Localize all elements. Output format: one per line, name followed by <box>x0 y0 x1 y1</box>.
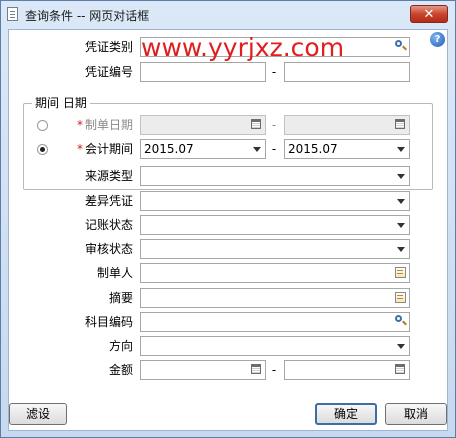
accounting-period-label-text: 会计期间 <box>84 142 133 156</box>
chevron-down-icon[interactable] <box>392 216 409 234</box>
make-date-separator: - <box>271 118 277 132</box>
source-type-label: 来源类型 <box>84 169 133 183</box>
voucher-type-label: 凭证类别 <box>84 40 133 54</box>
amount-separator: - <box>271 363 277 377</box>
voucher-no-from-input[interactable] <box>140 62 266 82</box>
make-date-radio[interactable] <box>37 120 48 131</box>
filter-settings-button[interactable]: 滤设 <box>9 403 67 425</box>
period-separator: - <box>271 142 277 156</box>
dialog-window: 查询条件 -- 网页对话框 ✕ ? 凭证类别 凭证编号 - 期间 日期 * 制单日… <box>0 0 456 438</box>
page-icon <box>7 7 18 21</box>
ok-button[interactable]: 确定 <box>315 403 377 425</box>
search-icon[interactable] <box>392 313 409 331</box>
posting-status-label: 记账状态 <box>84 218 133 232</box>
calculator-icon[interactable] <box>248 361 265 379</box>
amount-label: 金额 <box>108 363 133 377</box>
account-code-field[interactable] <box>140 312 410 332</box>
audit-status-select[interactable] <box>140 239 410 259</box>
period-from-value: 2015.07 <box>144 142 194 156</box>
accounting-period-label: * 会计期间 <box>69 140 133 158</box>
reference-picker-icon[interactable] <box>392 264 409 282</box>
amount-from-input[interactable] <box>140 360 266 380</box>
direction-select[interactable] <box>140 336 410 356</box>
maker-label: 制单人 <box>96 266 133 280</box>
period-to-value: 2015.07 <box>288 142 338 156</box>
diff-voucher-label: 差异凭证 <box>84 194 133 208</box>
cancel-button[interactable]: 取消 <box>385 403 447 425</box>
summary-field[interactable] <box>140 288 410 308</box>
window-title: 查询条件 -- 网页对话框 <box>25 9 150 23</box>
help-icon[interactable]: ? <box>430 32 445 47</box>
calendar-icon[interactable] <box>392 116 409 134</box>
reference-picker-icon[interactable] <box>392 289 409 307</box>
direction-label: 方向 <box>108 339 133 353</box>
calculator-icon[interactable] <box>392 361 409 379</box>
voucher-no-separator: - <box>271 65 277 79</box>
amount-to-input[interactable] <box>284 360 410 380</box>
make-date-label-text: 制单日期 <box>84 118 133 132</box>
period-to-select[interactable]: 2015.07 <box>284 139 410 159</box>
audit-status-label: 审核状态 <box>84 242 133 256</box>
diff-voucher-select[interactable] <box>140 191 410 211</box>
title-bar: 查询条件 -- 网页对话框 ✕ <box>1 1 455 29</box>
summary-label: 摘要 <box>108 291 133 305</box>
required-mark: * <box>76 142 83 156</box>
period-from-select[interactable]: 2015.07 <box>140 139 266 159</box>
chevron-down-icon[interactable] <box>392 337 409 355</box>
chevron-down-icon[interactable] <box>248 140 265 158</box>
maker-field[interactable] <box>140 263 410 283</box>
accounting-period-radio[interactable] <box>37 144 48 155</box>
close-button[interactable]: ✕ <box>410 5 448 23</box>
chevron-down-icon[interactable] <box>392 167 409 185</box>
make-date-label: * 制单日期 <box>69 116 133 134</box>
dialog-body: ? 凭证类别 凭证编号 - 期间 日期 * 制单日期 - * 会计期间 2015.0… <box>8 29 448 431</box>
search-icon[interactable] <box>392 38 409 56</box>
calendar-icon[interactable] <box>248 116 265 134</box>
voucher-no-to-input[interactable] <box>284 62 410 82</box>
watermark-text: www.yyrjxz.com <box>141 33 345 62</box>
chevron-down-icon[interactable] <box>392 240 409 258</box>
chevron-down-icon[interactable] <box>392 140 409 158</box>
posting-status-select[interactable] <box>140 215 410 235</box>
required-mark: * <box>76 118 83 132</box>
period-date-legend: 期间 日期 <box>32 95 90 111</box>
source-type-select[interactable] <box>140 166 410 186</box>
chevron-down-icon[interactable] <box>392 192 409 210</box>
voucher-no-label: 凭证编号 <box>84 65 133 79</box>
account-code-label: 科目编码 <box>84 315 133 329</box>
